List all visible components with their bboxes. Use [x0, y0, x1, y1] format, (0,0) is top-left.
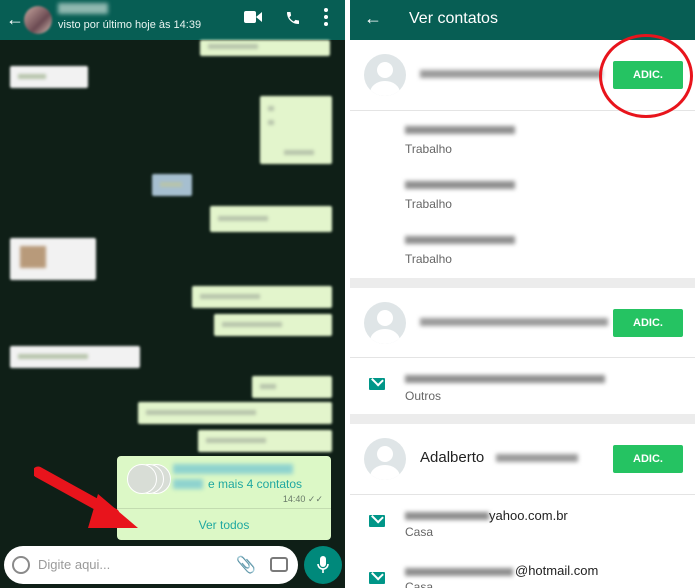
back-arrow-icon[interactable]: ← [6, 9, 24, 30]
message-bubble-redacted [210, 206, 332, 232]
more-vert-icon[interactable] [324, 8, 328, 31]
chat-header: ← visto por último hoje às 14:39 [0, 0, 345, 40]
page-title: Ver contatos [409, 10, 498, 27]
avatar[interactable] [24, 6, 52, 34]
divider [350, 357, 695, 358]
message-bubble-redacted [152, 174, 192, 196]
message-bubble-redacted [10, 346, 140, 368]
email-domain[interactable]: yahoo.com.br [489, 508, 568, 523]
phone-number-redacted[interactable] [405, 181, 515, 189]
phone-type-label: Trabalho [405, 252, 452, 266]
view-all-button[interactable]: Ver todos [117, 518, 331, 532]
message-bubble-redacted [260, 96, 332, 164]
contact-name: Adalberto [420, 449, 485, 466]
section-divider [350, 278, 695, 288]
contact-name-redacted [173, 464, 293, 474]
chat-screen: ← visto por último hoje às 14:39 e mais … [0, 0, 345, 588]
email-type-label: Casa [405, 580, 434, 588]
section-divider [350, 414, 695, 424]
red-circle-annotation [599, 34, 693, 118]
phone-number-redacted[interactable] [405, 126, 515, 134]
red-arrow-annotation [34, 466, 138, 528]
phone-number-redacted[interactable] [405, 236, 515, 244]
message-bubble-redacted [138, 402, 332, 424]
message-input[interactable]: Digite aqui... 📎 [4, 546, 298, 584]
message-bubble-redacted [10, 66, 88, 88]
back-arrow-icon[interactable]: ← [364, 8, 382, 29]
contact-surname-redacted [496, 454, 578, 462]
divider [117, 508, 331, 509]
email-type-label: Outros [405, 389, 442, 403]
avatar [364, 438, 406, 480]
shared-contacts-message: e mais 4 contatos 14:40 ✓✓ Ver todos [117, 456, 331, 540]
last-seen-status: visto por último hoje às 14:39 [58, 19, 202, 31]
phone-icon[interactable] [285, 10, 301, 31]
contact-name-redacted [420, 318, 608, 326]
microphone-button[interactable] [304, 546, 342, 584]
video-call-icon[interactable] [244, 10, 262, 29]
contact-name-redacted [420, 70, 602, 78]
message-bubble-redacted [192, 286, 332, 308]
message-placeholder: Digite aqui... [38, 557, 111, 572]
more-contacts-label: e mais 4 contatos [208, 477, 303, 491]
email-redacted [405, 512, 489, 520]
message-bubble-redacted [198, 430, 332, 452]
attach-icon[interactable]: 📎 [236, 555, 256, 575]
phone-type-label: Trabalho [405, 197, 452, 211]
read-check-icon: ✓✓ [307, 494, 323, 504]
contact-name-redacted[interactable] [58, 3, 108, 14]
message-bubble-redacted [200, 40, 330, 56]
email-domain[interactable]: @hotmail.com [515, 563, 598, 578]
avatar [364, 302, 406, 344]
phone-type-label: Trabalho [405, 142, 452, 156]
camera-icon[interactable] [270, 557, 288, 572]
emoji-icon[interactable] [12, 556, 30, 574]
message-bubble-redacted [214, 314, 332, 336]
email-redacted[interactable] [405, 375, 605, 383]
divider [350, 494, 695, 495]
add-contact-button[interactable]: ADIC. [613, 445, 683, 473]
message-time: 14:40 ✓✓ [282, 494, 323, 504]
email-icon [369, 572, 385, 584]
contact-name-redacted [173, 479, 203, 489]
email-type-label: Casa [405, 525, 434, 539]
email-icon [369, 378, 385, 390]
email-redacted [405, 568, 513, 576]
email-icon [369, 515, 385, 527]
avatar [364, 54, 406, 96]
add-contact-button[interactable]: ADIC. [613, 309, 683, 337]
message-bubble-redacted [10, 238, 96, 280]
message-bubble-redacted [252, 376, 332, 398]
